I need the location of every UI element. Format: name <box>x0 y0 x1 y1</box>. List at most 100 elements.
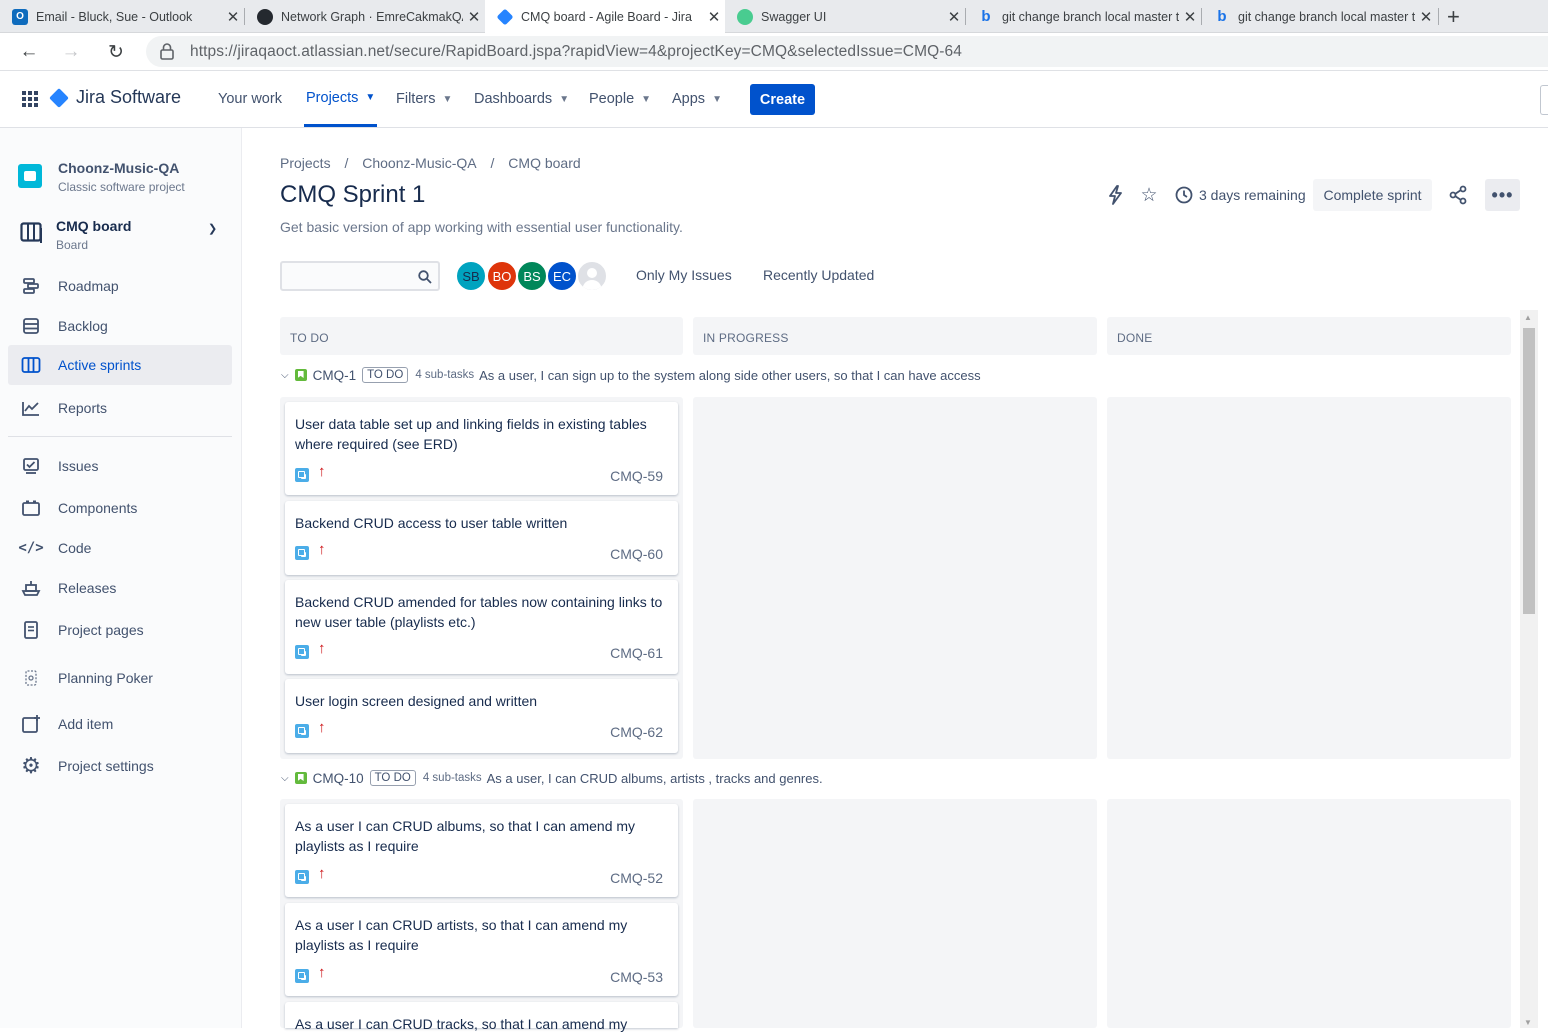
card-key: CMQ-61 <box>610 645 663 661</box>
board-switcher[interactable]: CMQ board Board ❯ <box>8 210 232 258</box>
issue-card[interactable]: As a user I can CRUD tracks, so that I c… <box>285 1002 678 1032</box>
more-actions-button[interactable]: ••• <box>1485 179 1520 211</box>
issue-card[interactable]: As a user I can CRUD albums, so that I c… <box>285 804 678 897</box>
close-tab-icon[interactable]: ✕ <box>463 8 485 26</box>
sidebar-item-backlog[interactable]: Backlog <box>8 306 232 346</box>
address-bar: ← → ↻ https://jiraqaoct.atlassian.net/se… <box>0 33 1548 71</box>
nav-your-work[interactable]: Your work <box>218 71 282 127</box>
forward-icon[interactable]: → <box>58 39 84 65</box>
share-icon[interactable] <box>1447 184 1469 206</box>
issue-card[interactable]: As a user I can CRUD artists, so that I … <box>285 903 678 996</box>
nav-people[interactable]: People ▼ <box>589 71 651 127</box>
browser-tab[interactable]: Swagger UI ✕ <box>725 0 965 33</box>
close-tab-icon[interactable]: ✕ <box>222 8 244 26</box>
swimlane-header[interactable]: ⌵ CMQ-1 TO DO 4 sub-tasks As a user, I c… <box>280 367 981 383</box>
issue-card[interactable]: User data table set up and linking field… <box>285 402 678 495</box>
sidebar-divider <box>8 436 232 437</box>
close-tab-icon[interactable]: ✕ <box>943 8 965 26</box>
card-key: CMQ-53 <box>610 969 663 985</box>
browser-tab[interactable]: b git change branch local master t ✕ <box>1202 0 1437 33</box>
unassigned-avatar-icon[interactable] <box>576 260 608 292</box>
issue-card[interactable]: User login screen designed and written ↑… <box>285 679 678 753</box>
close-tab-icon[interactable]: ✕ <box>1415 8 1437 26</box>
browser-tab[interactable]: b git change branch local master t ✕ <box>966 0 1201 33</box>
subtask-icon <box>295 969 309 983</box>
sidebar-item-project-pages[interactable]: Project pages <box>8 610 232 650</box>
quick-filter-only-my-issues[interactable]: Only My Issues <box>636 267 732 283</box>
scrollbar-thumb[interactable] <box>1523 328 1535 614</box>
sidebar-item-components[interactable]: Components <box>8 488 232 528</box>
sidebar-item-add-item[interactable]: Add item <box>8 704 232 744</box>
column-header-in-progress: IN PROGRESS <box>693 317 1097 355</box>
complete-sprint-button[interactable]: Complete sprint <box>1313 179 1432 211</box>
chevron-down-icon[interactable]: ⌵ <box>281 370 289 381</box>
scroll-down-icon[interactable]: ▼ <box>1524 1018 1532 1027</box>
sidebar-item-reports[interactable]: Reports <box>8 388 232 428</box>
sidebar-item-active-sprints[interactable]: Active sprints <box>8 345 232 385</box>
parent-issue-key[interactable]: CMQ-1 <box>313 368 357 383</box>
browser-tab[interactable]: Network Graph · EmreCakmakQA ✕ <box>245 0 485 33</box>
sidebar-item-roadmap[interactable]: Roadmap <box>8 266 232 306</box>
sprint-goal: Get basic version of app working with es… <box>280 219 683 235</box>
reload-icon[interactable]: ↻ <box>103 39 129 65</box>
card-key: CMQ-62 <box>610 724 663 740</box>
nav-filters[interactable]: Filters ▼ <box>396 71 452 127</box>
star-icon[interactable]: ☆ <box>1138 184 1160 206</box>
add-item-icon <box>20 713 42 735</box>
sidebar-item-code[interactable]: </> Code <box>8 528 232 568</box>
breadcrumb-separator: / <box>490 155 495 171</box>
settings-icon: ⚙ <box>21 753 41 778</box>
chevron-down-icon[interactable]: ⌵ <box>281 773 289 784</box>
automation-icon[interactable] <box>1104 184 1126 206</box>
close-tab-icon[interactable]: ✕ <box>1179 8 1201 26</box>
avatar[interactable]: BO <box>486 260 518 292</box>
board-name: CMQ board <box>56 218 132 234</box>
avatar[interactable]: EC <box>546 260 578 292</box>
avatar[interactable]: BS <box>516 260 548 292</box>
new-tab-icon[interactable]: + <box>1447 4 1460 30</box>
subtask-icon <box>295 645 309 659</box>
tab-title: Network Graph · EmreCakmakQA <box>281 9 463 24</box>
nav-projects[interactable]: Projects ▼ <box>304 71 378 127</box>
subtask-count: 4 sub-tasks <box>415 369 475 381</box>
jira-logo[interactable]: Jira Software <box>49 87 181 108</box>
scroll-up-icon[interactable]: ▲ <box>1524 313 1532 322</box>
outlook-icon: O <box>12 8 28 25</box>
chevron-down-icon: ❯ <box>208 223 218 235</box>
days-remaining: 3 days remaining <box>1199 187 1306 203</box>
sidebar-item-releases[interactable]: Releases <box>8 568 232 608</box>
releases-icon <box>20 577 42 599</box>
sidebar-item-issues[interactable]: Issues <box>8 446 232 486</box>
chevron-down-icon: ▼ <box>641 93 652 105</box>
sidebar-item-project-settings[interactable]: ⚙ Project settings <box>8 746 232 786</box>
swimlane-header[interactable]: ⌵ CMQ-10 TO DO 4 sub-tasks As a user, I … <box>280 770 823 786</box>
breadcrumb-separator: / <box>344 155 349 171</box>
subtask-icon <box>295 870 309 884</box>
priority-high-icon: ↑ <box>318 463 326 480</box>
issue-card[interactable]: Backend CRUD amended for tables now cont… <box>285 580 678 674</box>
board-search-input[interactable] <box>280 261 440 291</box>
breadcrumb-project[interactable]: Choonz-Music-QA <box>362 155 476 171</box>
app-switcher-icon[interactable] <box>22 91 38 107</box>
back-icon[interactable]: ← <box>16 39 42 65</box>
chevron-down-icon: ▼ <box>442 93 453 105</box>
url-field[interactable]: https://jiraqaoct.atlassian.net/secure/R… <box>146 36 1548 67</box>
create-button[interactable]: Create <box>750 84 815 115</box>
breadcrumb-board[interactable]: CMQ board <box>508 155 580 171</box>
sidebar-item-planning-poker[interactable]: Planning Poker <box>8 658 232 698</box>
quick-filter-recently-updated[interactable]: Recently Updated <box>763 267 874 283</box>
issue-card[interactable]: Backend CRUD access to user table writte… <box>285 501 678 575</box>
browser-tab[interactable]: O Email - Bluck, Sue - Outlook ✕ <box>0 0 244 33</box>
card-summary: User data table set up and linking field… <box>295 416 647 452</box>
avatar[interactable]: SB <box>455 260 487 292</box>
close-tab-icon[interactable]: ✕ <box>703 8 725 26</box>
story-icon <box>294 369 307 381</box>
nav-apps[interactable]: Apps ▼ <box>672 71 722 127</box>
github-icon <box>257 8 273 25</box>
browser-tab-active[interactable]: CMQ board - Agile Board - Jira ✕ <box>485 0 725 34</box>
card-summary: User login screen designed and written <box>295 693 538 709</box>
parent-issue-key[interactable]: CMQ-10 <box>313 771 364 786</box>
search-box-edge[interactable] <box>1540 85 1548 115</box>
nav-dashboards[interactable]: Dashboards ▼ <box>474 71 569 127</box>
breadcrumb-projects[interactable]: Projects <box>280 155 331 171</box>
